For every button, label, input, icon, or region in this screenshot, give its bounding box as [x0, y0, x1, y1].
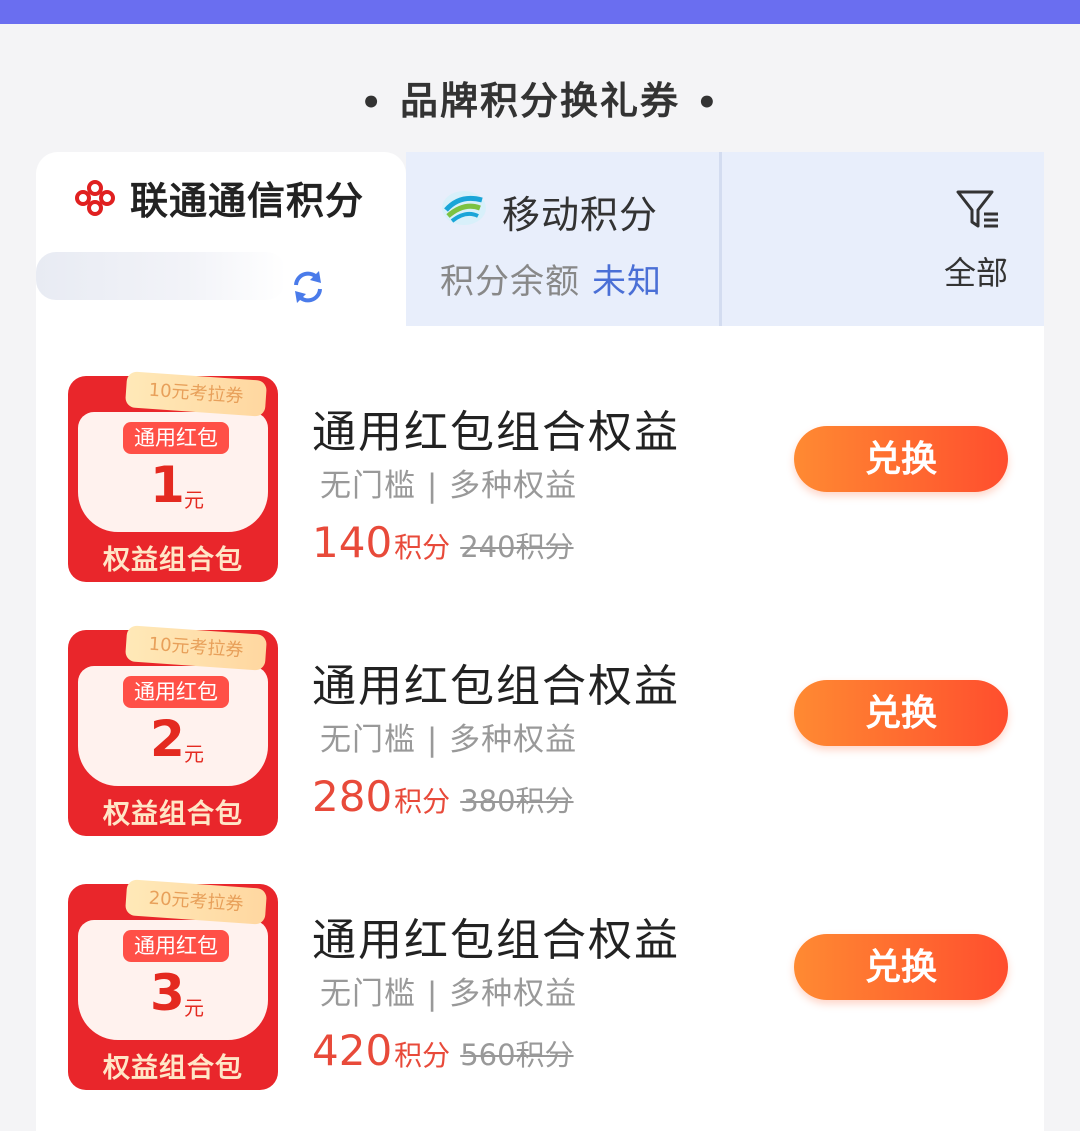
item-title: 通用红包组合权益	[312, 915, 680, 966]
coupon-amount: 2	[150, 710, 185, 768]
unicom-logo-icon	[75, 180, 115, 216]
coupon-amount: 3	[150, 964, 185, 1022]
page-title: • 品牌积分换礼券 •	[360, 79, 720, 123]
item-title: 通用红包组合权益	[312, 407, 680, 458]
balance-value: 未知	[592, 262, 662, 302]
refresh-icon[interactable]	[288, 267, 328, 307]
filter-label: 全部	[944, 254, 1009, 292]
points-tabs: 联通通信积分 移动积分 积分余额 未知 全部	[36, 152, 1044, 326]
coupon-sub-label: 通用红包	[123, 676, 229, 708]
item-title: 通用红包组合权益	[312, 661, 680, 712]
item-price: 420积分 560积分	[312, 1026, 574, 1075]
original-price: 240积分	[460, 530, 574, 564]
tab-mobile-points[interactable]: 移动积分 积分余额 未知	[406, 152, 722, 326]
coupon-footer: 权益组合包	[103, 1053, 243, 1084]
redeem-button[interactable]: 兑换	[794, 680, 1008, 746]
coupon-footer: 权益组合包	[103, 545, 243, 576]
coupon-image: 权益组合包 10元考拉券 通用红包 2 元	[68, 625, 278, 840]
coupon-unit: 元	[184, 488, 204, 512]
list-item[interactable]: 权益组合包 10元考拉券 通用红包 2 元 通用红包组合权益 无门槛 | 多种权…	[36, 580, 1044, 836]
coupon-image: 权益组合包 20元考拉券 通用红包 3 元	[68, 879, 278, 1094]
redeem-button[interactable]: 兑换	[794, 934, 1008, 1000]
filter-all-button[interactable]: 全部	[722, 152, 1044, 326]
tab-unicom-label: 联通通信积分	[130, 179, 365, 223]
china-mobile-logo-icon	[442, 191, 486, 225]
tab-mobile-label: 移动积分	[502, 193, 659, 237]
reward-list: 权益组合包 10元考拉券 通用红包 1 元 通用红包组合权益 无门槛 | 多种权…	[36, 326, 1044, 1131]
item-desc: 无门槛 | 多种权益	[320, 722, 578, 758]
list-item[interactable]: 权益组合包 10元考拉券 通用红包 1 元 通用红包组合权益 无门槛 | 多种权…	[36, 326, 1044, 582]
coupon-unit: 元	[184, 996, 204, 1020]
masked-balance	[36, 252, 286, 300]
original-price: 560积分	[460, 1038, 574, 1072]
item-price: 280积分 380积分	[312, 772, 574, 821]
item-desc: 无门槛 | 多种权益	[320, 976, 578, 1012]
item-desc: 无门槛 | 多种权益	[320, 468, 578, 504]
original-price: 380积分	[460, 784, 574, 818]
coupon-footer: 权益组合包	[103, 799, 243, 830]
tab-unicom-points[interactable]: 联通通信积分	[36, 152, 406, 326]
coupon-amount: 1	[150, 456, 185, 514]
item-price: 140积分 240积分	[312, 518, 574, 567]
coupon-sub-label: 通用红包	[123, 930, 229, 962]
redeem-button[interactable]: 兑换	[794, 426, 1008, 492]
filter-icon	[956, 190, 998, 228]
coupon-sub-label: 通用红包	[123, 422, 229, 454]
coupon-unit: 元	[184, 742, 204, 766]
coupon-image: 权益组合包 10元考拉券 通用红包 1 元	[68, 371, 278, 586]
top-status-bar	[0, 0, 1080, 24]
list-item[interactable]: 权益组合包 20元考拉券 通用红包 3 元 通用红包组合权益 无门槛 | 多种权…	[36, 834, 1044, 1090]
mobile-balance: 积分余额 未知	[440, 262, 662, 302]
